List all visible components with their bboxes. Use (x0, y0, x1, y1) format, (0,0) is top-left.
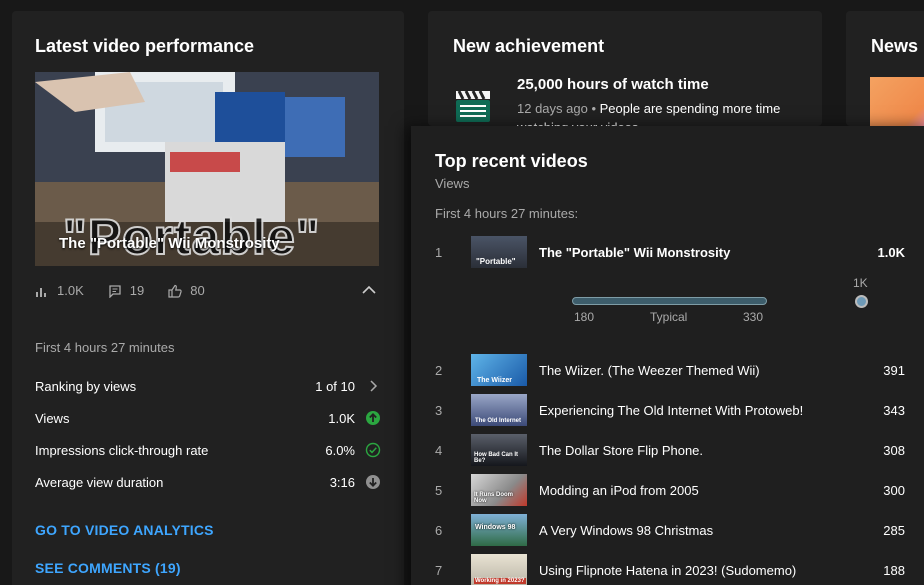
comment-icon (109, 284, 121, 298)
video-rank: 7 (435, 563, 443, 578)
current-value-label: 1K (853, 276, 868, 290)
top-videos-first-label: First 4 hours 27 minutes: (435, 206, 579, 221)
video-rank: 4 (435, 443, 443, 458)
thumbs-up-icon (168, 284, 182, 298)
video-title: The Wiizer. (The Weezer Themed Wii) (539, 363, 760, 378)
video-row[interactable]: 7 Working in 2023? Using Flipnote Hatena… (435, 554, 905, 585)
video-rank: 3 (435, 403, 443, 418)
video-title: Modding an iPod from 2005 (539, 483, 699, 498)
video-title: Using Flipnote Hatena in 2023! (Sudomemo… (539, 563, 797, 578)
chevron-right-icon[interactable] (365, 378, 381, 394)
see-comments-link[interactable]: SEE COMMENTS (19) (35, 560, 181, 576)
video-title: A Very Windows 98 Christmas (539, 523, 714, 538)
video-row[interactable]: 3 The Old Internet Experiencing The Old … (435, 394, 905, 426)
metric-value: 6.0% (325, 443, 355, 458)
video-views: 308 (883, 443, 905, 458)
video-title: The Dollar Store Flip Phone. (539, 443, 704, 458)
typical-range-bar (572, 297, 767, 305)
video-thumbnail[interactable]: It Runs Doom Now (471, 474, 527, 506)
video-row[interactable]: 1 "Portable" The "Portable" Wii Monstros… (435, 236, 905, 268)
latest-video-thumbnail[interactable]: "Portable" The "Portable" Wii Monstrosit… (35, 72, 379, 266)
thumbnail-text: Working in 2023? (474, 578, 526, 584)
latest-video-title: Latest video performance (35, 36, 255, 56)
video-row[interactable]: 4 How Bad Can It Be? The Dollar Store Fl… (435, 434, 905, 466)
comments-stat: 19 (108, 283, 144, 298)
achievement-headline: 25,000 hours of watch time (517, 76, 709, 93)
typical-low: 180 (574, 310, 595, 324)
video-rank: 1 (435, 245, 443, 260)
arrow-up-circle-icon (366, 411, 380, 425)
typical-high: 330 (743, 310, 764, 324)
bar-chart-icon (36, 287, 46, 297)
video-views: 300 (883, 483, 905, 498)
video-thumbnail[interactable]: "Portable" (471, 236, 527, 268)
video-rank: 2 (435, 363, 443, 378)
achievement-card: New achievement 25,000 hours of watch ti… (428, 11, 822, 135)
comments-count: 19 (129, 283, 145, 298)
latest-video-card: Latest video performance "Portable" The … (12, 11, 404, 585)
latest-video-caption: The "Portable" Wii Monstrosity (59, 235, 280, 252)
go-to-video-analytics-link[interactable]: GO TO VIDEO ANALYTICS (35, 522, 214, 538)
video-title: Experiencing The Old Internet With Proto… (539, 403, 804, 418)
video-row[interactable]: 6 Windows 98 A Very Windows 98 Christmas… (435, 514, 905, 546)
check-circle-icon (365, 442, 381, 458)
chevron-up-icon[interactable] (362, 285, 376, 295)
typical-label: Typical (650, 310, 688, 324)
latest-video-stats: 1.0K 19 80 (35, 283, 229, 298)
top-videos-title: Top recent videos (435, 151, 588, 171)
news-card-title: News (871, 36, 919, 56)
video-rank: 6 (435, 523, 443, 538)
thumbnail-text: Windows 98 (475, 524, 516, 531)
views-count: 1.0K (57, 283, 84, 298)
clapperboard-icon (456, 90, 490, 122)
video-rank: 5 (435, 483, 443, 498)
likes-stat: 80 (168, 283, 205, 298)
video-views: 343 (883, 403, 905, 418)
news-image[interactable] (870, 77, 924, 127)
first-hours-label: First 4 hours 27 minutes (35, 340, 175, 355)
metric-ranking[interactable]: Ranking by views 1 of 10 (35, 379, 381, 399)
news-card: News (846, 11, 924, 127)
metric-value: 1.0K (328, 411, 355, 426)
thumbnail-text: The Old Internet (475, 418, 522, 424)
metric-label: Ranking by views (35, 379, 137, 394)
thumbnail-text: The Wiizer (477, 377, 512, 384)
metric-avg-duration: Average view duration 3:16 (35, 475, 381, 495)
video-thumbnail[interactable]: The Old Internet (471, 394, 527, 426)
video-thumbnail[interactable]: Windows 98 (471, 514, 527, 546)
video-views: 285 (883, 523, 905, 538)
top-videos-subtitle: Views (435, 176, 470, 191)
top-recent-videos-popup: Top recent videos Views First 4 hours 27… (411, 126, 924, 585)
thumbnail-text: How Bad Can It Be? (474, 452, 519, 464)
video-thumbnail[interactable]: How Bad Can It Be? (471, 434, 527, 466)
achievement-time: 12 days ago (517, 101, 588, 116)
metric-ctr: Impressions click-through rate 6.0% (35, 442, 381, 463)
metric-value: 1 of 10 (315, 379, 355, 394)
likes-count: 80 (190, 283, 205, 298)
achievement-card-title: New achievement (453, 36, 605, 56)
video-title: The "Portable" Wii Monstrosity (539, 245, 731, 260)
metric-views: Views 1.0K (35, 411, 381, 431)
video-views: 188 (883, 563, 905, 578)
current-value-marker (855, 295, 868, 308)
views-stat: 1.0K (35, 283, 84, 298)
video-thumbnail[interactable]: Working in 2023? (471, 554, 527, 585)
metric-label: Average view duration (35, 475, 164, 490)
video-row[interactable]: 5 It Runs Doom Now Modding an iPod from … (435, 474, 905, 506)
video-views: 391 (883, 363, 905, 378)
video-row[interactable]: 2 The Wiizer The Wiizer. (The Weezer The… (435, 354, 905, 386)
metric-label: Views (35, 411, 70, 426)
metric-value: 3:16 (329, 475, 355, 490)
metric-label: Impressions click-through rate (35, 443, 209, 458)
thumbnail-text: It Runs Doom Now (474, 492, 513, 504)
video-views: 1.0K (877, 245, 905, 260)
arrow-down-circle-icon (366, 475, 380, 489)
thumbnail-text: "Portable" (476, 257, 516, 266)
video-thumbnail[interactable]: The Wiizer (471, 354, 527, 386)
